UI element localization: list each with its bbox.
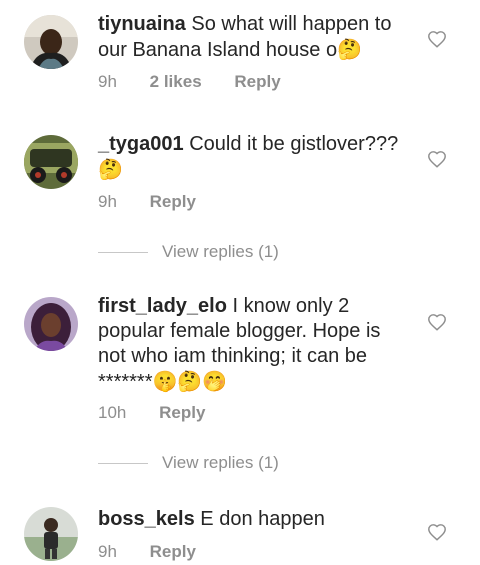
heart-icon[interactable] xyxy=(427,150,447,168)
username[interactable]: tiynuaina xyxy=(98,13,186,35)
reply-button[interactable]: Reply xyxy=(159,403,205,423)
username[interactable]: boss_kels xyxy=(98,508,195,530)
heart-icon[interactable] xyxy=(427,313,447,331)
avatar-image xyxy=(24,507,78,561)
reply-button[interactable]: Reply xyxy=(234,72,280,92)
heart-icon[interactable] xyxy=(427,30,447,48)
view-replies-label: View replies (1) xyxy=(162,453,279,472)
avatar[interactable] xyxy=(24,135,78,189)
heart-icon[interactable] xyxy=(427,523,447,541)
comment-item: first_lady_elo I know only 2 popular fem… xyxy=(0,285,480,495)
view-replies-button[interactable]: View replies (1) xyxy=(98,242,279,266)
avatar-image xyxy=(24,135,78,189)
comment-meta: 9h Reply xyxy=(98,542,196,562)
timestamp: 9h xyxy=(98,542,117,561)
comment-text: first_lady_elo I know only 2 popular fem… xyxy=(98,294,408,395)
emoji: 🤔 xyxy=(98,157,123,181)
view-replies-label: View replies (1) xyxy=(162,242,279,261)
comment-text: tiynuaina So what will happen to our Ban… xyxy=(98,12,408,63)
reply-button[interactable]: Reply xyxy=(150,192,196,212)
avatar[interactable] xyxy=(24,15,78,69)
timestamp: 10h xyxy=(98,403,127,422)
avatar-image xyxy=(24,15,78,69)
comment-text: _tyga001 Could it be gistlover??? 🤔 xyxy=(98,132,408,183)
replies-divider xyxy=(98,252,148,254)
timestamp: 9h xyxy=(98,192,117,211)
comment-item: boss_kels E don happen 9h Reply xyxy=(0,495,480,565)
avatar-image xyxy=(24,297,78,351)
timestamp: 9h xyxy=(98,72,117,91)
emoji: 🤫🤔🤭 xyxy=(152,369,228,393)
emoji: 🤔 xyxy=(337,37,362,61)
likes-count[interactable]: 2 likes xyxy=(150,72,202,92)
replies-divider xyxy=(98,463,148,465)
comment-item: _tyga001 Could it be gistlover??? 🤔 9h R… xyxy=(0,120,480,290)
username[interactable]: first_lady_elo xyxy=(98,295,227,317)
comment-text: boss_kels E don happen xyxy=(98,507,408,532)
view-replies-button[interactable]: View replies (1) xyxy=(98,453,279,477)
comment-meta: 9h 2 likes Reply xyxy=(98,72,281,92)
comment-body: Could it be gistlover??? xyxy=(189,133,399,155)
username[interactable]: _tyga001 xyxy=(98,133,184,155)
avatar[interactable] xyxy=(24,507,78,561)
avatar[interactable] xyxy=(24,297,78,351)
comment-body: E don happen xyxy=(200,508,325,530)
comment-item: tiynuaina So what will happen to our Ban… xyxy=(0,0,480,110)
comment-meta: 10h Reply xyxy=(98,403,205,423)
comment-meta: 9h Reply xyxy=(98,192,196,212)
reply-button[interactable]: Reply xyxy=(150,542,196,562)
